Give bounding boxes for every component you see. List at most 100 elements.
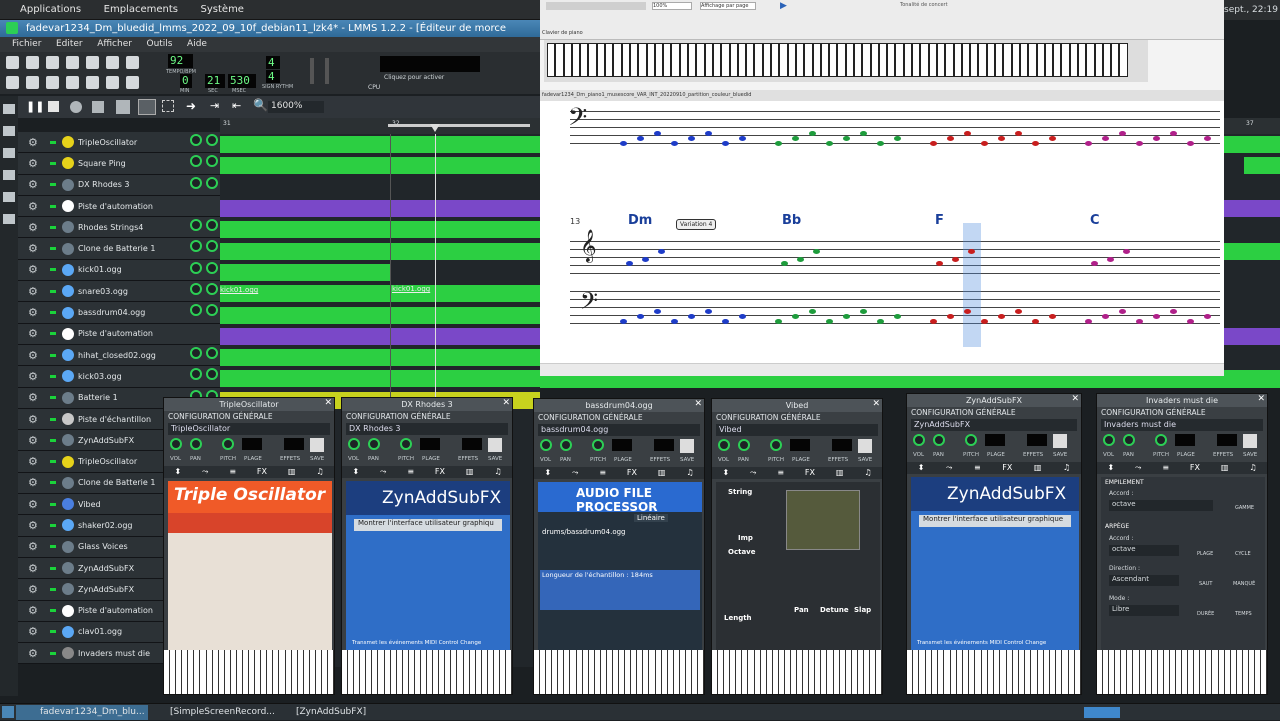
note-head[interactable] xyxy=(981,141,988,146)
taskbar-item-lmms[interactable]: fadevar1234_Dm_blu... xyxy=(40,704,145,721)
waveform-display[interactable]: Longueur de l'échantillon : 184ms xyxy=(540,570,700,610)
instrument-plugin-window[interactable]: Vibed ✕ CONFIGURATION GÉNÉRALE Vibed VOL… xyxy=(711,398,883,695)
note-head[interactable] xyxy=(860,309,867,314)
places-menu[interactable]: Emplacements xyxy=(104,0,178,20)
note-head[interactable] xyxy=(739,136,746,141)
note-head[interactable] xyxy=(964,131,971,136)
gear-icon[interactable]: ⚙ xyxy=(28,370,44,383)
track-name[interactable]: shaker02.ogg xyxy=(78,521,168,530)
menu-tools[interactable]: Outils xyxy=(146,37,172,52)
instrument-name-field[interactable]: bassdrum04.ogg xyxy=(538,424,700,436)
track-name[interactable]: Rhodes Strings4 xyxy=(78,223,168,232)
mute-indicator[interactable] xyxy=(50,587,56,591)
mute-indicator[interactable] xyxy=(50,396,56,400)
open-folder-icon[interactable] xyxy=(46,56,59,69)
pattern-clip[interactable] xyxy=(220,243,540,260)
pan-knob[interactable] xyxy=(206,134,218,146)
note-head[interactable] xyxy=(705,309,712,314)
mode-select[interactable]: Libre xyxy=(1109,605,1179,616)
mute-indicator[interactable] xyxy=(50,353,56,357)
instrument-piano[interactable] xyxy=(534,650,705,694)
note-head[interactable] xyxy=(1091,261,1098,266)
recent-icon[interactable] xyxy=(66,56,79,69)
gear-icon[interactable]: ⚙ xyxy=(28,136,44,149)
piano-key[interactable] xyxy=(1044,43,1054,77)
note-head[interactable] xyxy=(797,257,804,262)
gear-icon[interactable]: ⚙ xyxy=(28,285,44,298)
note-head[interactable] xyxy=(1119,309,1126,314)
pattern-clip[interactable] xyxy=(220,136,540,153)
song-grid-right[interactable] xyxy=(1224,134,1280,387)
note-head[interactable] xyxy=(877,319,884,324)
menu-help[interactable]: Aide xyxy=(187,37,207,52)
track-name[interactable]: Glass Voices xyxy=(78,542,168,551)
piano-key[interactable] xyxy=(1119,43,1128,77)
mute-indicator[interactable] xyxy=(50,523,56,527)
volume-knob[interactable] xyxy=(190,176,202,189)
gear-icon[interactable]: ⚙ xyxy=(28,413,44,426)
close-icon[interactable]: ✕ xyxy=(1257,394,1265,404)
plugin-tabs[interactable]: ⬍ ⤳ ≡ FX ▥ ♫ xyxy=(534,467,704,479)
new-file-icon[interactable] xyxy=(6,56,19,69)
mute-indicator[interactable] xyxy=(50,502,56,506)
piano-key[interactable] xyxy=(878,43,888,77)
samples-icon[interactable] xyxy=(3,126,15,136)
pan-knob[interactable] xyxy=(206,240,218,253)
piano-key[interactable] xyxy=(829,43,838,77)
piano-key[interactable] xyxy=(555,43,564,77)
track-name[interactable]: bassdrum04.ogg xyxy=(78,308,168,317)
pan-knob[interactable] xyxy=(738,439,750,451)
plugin-tabs[interactable]: ⬍ ⤳ ≡ FX ▥ ♫ xyxy=(164,466,334,478)
taskbar-item-zynaddsubfx[interactable]: [ZynAddSubFX] xyxy=(296,704,366,721)
fx-channel-display[interactable] xyxy=(1027,434,1047,446)
gear-icon[interactable]: ⚙ xyxy=(28,263,44,276)
piano-key[interactable] xyxy=(605,43,614,77)
track-name[interactable]: clav01.ogg xyxy=(78,627,168,636)
time-sig-top[interactable]: 4 xyxy=(266,56,280,69)
track-name[interactable]: Piste d'automation xyxy=(78,329,168,338)
gear-icon[interactable]: ⚙ xyxy=(28,625,44,638)
pitch-range-display[interactable] xyxy=(985,434,1005,446)
note-head[interactable] xyxy=(1136,319,1143,324)
mute-indicator[interactable] xyxy=(50,247,56,251)
show-desktop-icon[interactable] xyxy=(2,706,14,718)
note-head[interactable] xyxy=(1136,141,1143,146)
note-head[interactable] xyxy=(843,136,850,141)
mute-indicator[interactable] xyxy=(50,374,56,378)
show-gui-button[interactable]: Montrer l'interface utilisateur graphiqu xyxy=(354,519,502,531)
track-name[interactable]: kick01.ogg xyxy=(78,265,168,274)
piano-keyboard[interactable] xyxy=(544,40,1148,82)
pan-knob[interactable] xyxy=(206,346,218,359)
note-head[interactable] xyxy=(1032,319,1039,324)
note-head[interactable] xyxy=(1085,141,1092,146)
note-head[interactable] xyxy=(809,309,816,314)
note-head[interactable] xyxy=(1015,131,1022,136)
piano-key[interactable] xyxy=(862,43,871,77)
piano-key[interactable] xyxy=(1094,43,1103,77)
piano-key[interactable] xyxy=(970,43,979,77)
piano-key[interactable] xyxy=(671,43,680,77)
volume-knob[interactable] xyxy=(190,134,202,146)
note-head[interactable] xyxy=(775,319,782,324)
note-head[interactable] xyxy=(1153,314,1160,319)
track-row[interactable]: ⚙ Square Ping xyxy=(18,153,220,175)
track-row[interactable]: ⚙ hihat_closed02.ogg xyxy=(18,344,220,367)
piano-key[interactable] xyxy=(986,43,996,77)
track-name[interactable]: Clone de Batterie 1 xyxy=(78,244,168,253)
pan-knob[interactable] xyxy=(206,176,218,189)
instrument-piano[interactable] xyxy=(1097,650,1268,694)
track-row[interactable]: ⚙ Piste d'automation xyxy=(18,323,220,345)
note-head[interactable] xyxy=(1032,141,1039,146)
mixer-icon[interactable] xyxy=(86,76,99,89)
track-name[interactable]: Invaders must die xyxy=(78,649,168,658)
gear-icon[interactable]: ⚙ xyxy=(28,327,44,340)
piano-key[interactable] xyxy=(646,43,655,77)
gear-icon[interactable]: ⚙ xyxy=(28,242,44,255)
pitch-range-display[interactable] xyxy=(790,439,810,451)
instrument-name-field[interactable]: DX Rhodes 3 xyxy=(346,423,508,435)
note-head[interactable] xyxy=(637,136,644,141)
piano-key[interactable] xyxy=(1053,43,1062,77)
song-grid-bottom-clip[interactable] xyxy=(540,376,1280,388)
volume-knob[interactable] xyxy=(348,438,360,450)
track-row[interactable]: ⚙ TripleOscillator xyxy=(18,132,220,154)
